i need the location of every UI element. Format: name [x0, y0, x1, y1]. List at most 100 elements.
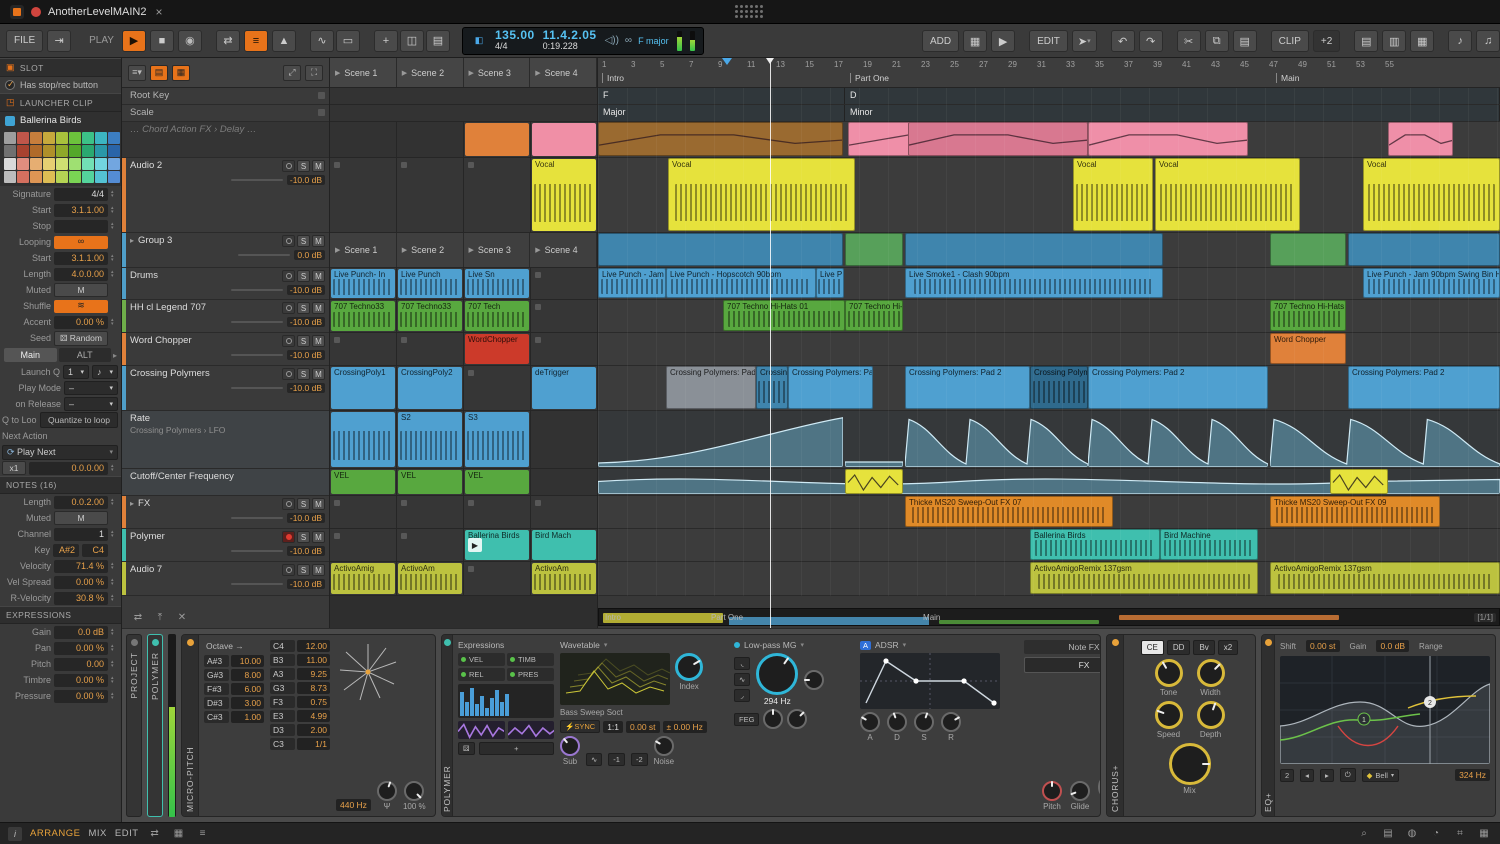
volume-slider[interactable] [231, 517, 283, 519]
resonance-knob[interactable] [804, 670, 824, 690]
arranger-clip[interactable]: 21 + Rate [905, 411, 1088, 467]
mute-button[interactable]: M [312, 160, 325, 172]
wavetable-visualization[interactable] [560, 653, 670, 705]
mute-button[interactable]: M [312, 564, 325, 576]
env-amount-knob[interactable] [763, 709, 783, 729]
mix-view-button[interactable]: MIX [88, 828, 106, 839]
arranger-lane-4[interactable] [598, 233, 1500, 268]
launcher-cell[interactable]: Bird Mach [531, 529, 598, 561]
stop-button[interactable]: ■ [150, 30, 174, 52]
punch-button[interactable]: ≡ [244, 30, 268, 52]
search-icon[interactable]: ⌕ [1356, 827, 1372, 841]
launcher-clip[interactable]: Bird Mach [532, 530, 596, 560]
band-power-icon[interactable]: ⏻ [1340, 768, 1356, 782]
chorus-mode-ce[interactable]: CE [1141, 640, 1164, 655]
arranger-clip[interactable]: Vocal [1155, 158, 1300, 231]
record-arm-button[interactable] [282, 302, 295, 314]
launcher-cell[interactable] [531, 496, 598, 528]
launcher-cell[interactable] [531, 268, 598, 299]
volume-slider[interactable] [231, 354, 283, 356]
launcher-clip[interactable] [331, 412, 395, 467]
filter-shape-icon[interactable]: ◟ [734, 657, 750, 670]
feg-badge[interactable]: FEG [734, 713, 759, 726]
clip-stop-button[interactable] [401, 500, 407, 506]
arranger-clip[interactable]: Crossing Polymers [1030, 366, 1088, 409]
color-swatch[interactable] [69, 145, 81, 157]
record-button[interactable]: ◉ [178, 30, 202, 52]
color-swatch[interactable] [108, 145, 120, 157]
track-row-root-key[interactable]: Root Key [122, 88, 329, 105]
arranger-clip[interactable]: ActivoAmigoRemix 137gsm [1030, 562, 1258, 594]
solo-button[interactable]: S [297, 498, 310, 510]
color-swatch[interactable] [82, 158, 94, 170]
next-action-count[interactable]: x1 [2, 461, 26, 475]
arranger-clip[interactable]: Live P [816, 268, 844, 298]
arranger-clip[interactable] [905, 233, 1163, 266]
device-power-icon[interactable] [1112, 639, 1119, 646]
automation-icon[interactable]: ∿ [310, 30, 334, 52]
launcher-clip[interactable]: Vocal [532, 159, 596, 231]
clip-play-icon[interactable]: ▶ [468, 538, 482, 552]
launcher-cell[interactable]: S2 [397, 411, 464, 468]
arranger-lane-2[interactable] [598, 122, 1500, 158]
adsr-envelope-display[interactable] [860, 653, 1000, 709]
color-swatch[interactable] [43, 158, 55, 170]
color-swatch[interactable] [95, 132, 107, 144]
launcher-clip[interactable]: ActivoAmig [331, 563, 395, 594]
launcher-cell[interactable]: VEL [397, 469, 464, 495]
volume-value[interactable]: 0.0 dB [294, 250, 325, 260]
launcher-cell[interactable] [330, 496, 397, 528]
launcher-clip[interactable]: deTrigger [532, 367, 596, 409]
expression-toggle-pres[interactable]: PRES [507, 668, 554, 681]
section-marker-part-one[interactable]: Part One [850, 73, 889, 83]
mute-button[interactable]: M [312, 498, 325, 510]
arranger-clip[interactable] [1270, 233, 1346, 266]
expression-bars-chart[interactable] [458, 684, 554, 718]
time-signature[interactable]: 4/4 [495, 41, 535, 52]
volume-slider[interactable] [231, 179, 283, 181]
mute-button[interactable]: M [312, 368, 325, 380]
env-knob-a[interactable]: A [860, 712, 880, 742]
mute-button[interactable]: M [312, 302, 325, 314]
track-menu-icon[interactable]: ≡▾ [128, 65, 146, 81]
record-arm-button[interactable] [282, 498, 295, 510]
out-knob[interactable] [1098, 773, 1101, 801]
reference-freq[interactable]: 440 Hz [336, 799, 371, 811]
clip-name-row[interactable]: Ballerina Birds [0, 112, 121, 129]
arranger-lane-3[interactable]: VocalVocalVocalVocal [598, 158, 1500, 233]
scale-icon[interactable]: ♫ [1476, 30, 1500, 52]
arranger-clip[interactable] [1348, 233, 1500, 266]
tab-alt[interactable]: ALT [59, 348, 112, 362]
eq-curve-display[interactable]: 1 2 [1280, 656, 1490, 764]
copy-icon[interactable]: ⧉ [1205, 30, 1229, 52]
arranger-clip[interactable]: Crossing Polymers: Pad 2 [905, 366, 1030, 409]
tuning-knob[interactable] [377, 781, 397, 801]
color-swatch[interactable] [30, 132, 42, 144]
arranger-clip[interactable] [845, 469, 903, 494]
pitch-map-row[interactable]: D32.00 [270, 724, 330, 736]
volume-slider[interactable] [231, 321, 283, 323]
metronome-icon[interactable]: ▲ [272, 30, 296, 52]
pitch-map-row[interactable]: B311.00 [270, 654, 330, 666]
redo-icon[interactable]: ↷ [1139, 30, 1163, 52]
expression-toggle-rel[interactable]: REL [458, 668, 505, 681]
band-prev-icon[interactable]: ◂ [1300, 769, 1314, 782]
arranger-clip[interactable]: Live Punch - Jam [598, 268, 666, 298]
arranger-clip[interactable]: Vocal [1073, 158, 1153, 231]
octave-header[interactable]: Octave → [204, 640, 264, 652]
clip-stop-button[interactable] [468, 566, 474, 572]
eq-shift-value[interactable]: 0.00 st [1306, 640, 1340, 652]
clip-stop-button[interactable] [535, 337, 541, 343]
song-time[interactable]: 0:19.228 [543, 41, 597, 52]
arranger-lane-10[interactable] [598, 469, 1500, 496]
key-scale-Minor[interactable]: Minor [845, 105, 1500, 121]
file-browser-icon[interactable]: ▤ [1380, 827, 1396, 841]
band-number[interactable]: 2 [1280, 769, 1294, 782]
mod-wave-thumb2[interactable] [508, 721, 555, 739]
launcher-clip[interactable]: Live Sn [465, 269, 529, 298]
clip-stop-button[interactable] [334, 500, 340, 506]
tab-polymer[interactable]: POLYMER [147, 634, 163, 817]
sub-knob[interactable] [560, 736, 580, 756]
play-cursor-icon[interactable]: ▶ [991, 30, 1015, 52]
song-position[interactable]: 11.4.2.05 [543, 30, 597, 41]
